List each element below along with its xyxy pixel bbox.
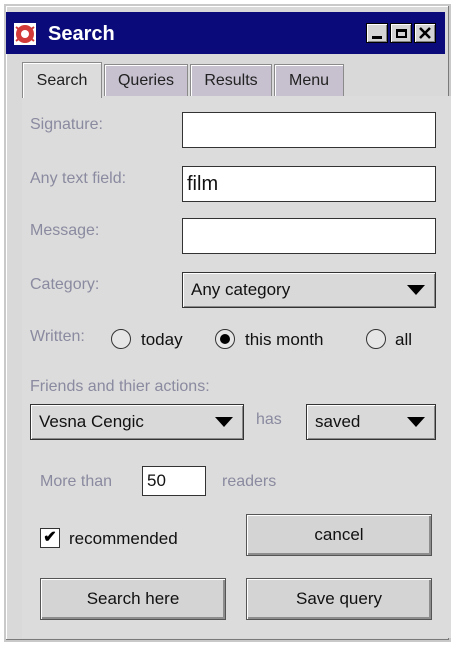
- tab-search[interactable]: Search: [22, 62, 102, 98]
- message-field[interactable]: [182, 218, 436, 254]
- maximize-button[interactable]: [390, 23, 412, 43]
- check-icon: ✔: [43, 529, 57, 546]
- has-label: has: [256, 411, 282, 428]
- save-query-button[interactable]: Save query: [246, 578, 432, 620]
- radio-today[interactable]: [111, 329, 131, 349]
- friends-label: Friends and thier actions:: [30, 378, 210, 395]
- any-text-label: Any text field:: [30, 170, 127, 187]
- action-dropdown[interactable]: saved: [306, 404, 436, 440]
- friend-value: Vesna Cengic: [39, 412, 144, 431]
- close-icon: [419, 27, 431, 39]
- window-title: Search: [48, 23, 115, 45]
- radio-this-month[interactable]: [215, 329, 235, 349]
- radio-today-label: today: [141, 330, 183, 349]
- readers-label: readers: [222, 473, 277, 490]
- more-than-label: More than: [40, 473, 113, 490]
- radio-all-label: all: [395, 330, 413, 349]
- written-label: Written:: [30, 328, 85, 345]
- tab-label: Menu: [288, 71, 330, 89]
- friend-dropdown[interactable]: Vesna Cengic: [30, 404, 244, 440]
- chevron-down-icon: [215, 417, 233, 427]
- radio-selected-dot: [220, 334, 230, 344]
- signature-field[interactable]: [182, 112, 436, 148]
- tab-results[interactable]: Results: [190, 64, 272, 96]
- chevron-down-icon: [407, 285, 425, 295]
- tab-label: Results: [204, 71, 258, 89]
- recommended-checkbox[interactable]: ✔: [40, 528, 60, 548]
- signature-label: Signature:: [30, 116, 103, 133]
- readers-input[interactable]: 50: [142, 466, 206, 496]
- tab-label: Queries: [117, 71, 175, 89]
- maximize-icon: [395, 28, 407, 38]
- category-label: Category:: [30, 276, 100, 293]
- minimize-button[interactable]: [366, 23, 388, 43]
- radio-this-month-label: this month: [245, 330, 324, 349]
- recommended-label: recommended: [69, 529, 178, 548]
- cancel-button[interactable]: cancel: [246, 514, 432, 556]
- close-button[interactable]: [414, 23, 436, 43]
- category-dropdown[interactable]: Any category: [182, 272, 436, 308]
- action-value: saved: [315, 412, 361, 431]
- radio-all[interactable]: [366, 329, 386, 349]
- category-value: Any category: [191, 280, 291, 299]
- search-here-button[interactable]: Search here: [40, 578, 226, 620]
- tab-label: Search: [36, 71, 88, 89]
- app-icon: [14, 23, 36, 45]
- chevron-down-icon: [407, 417, 425, 427]
- tab-menu[interactable]: Menu: [274, 64, 344, 96]
- message-label: Message:: [30, 222, 100, 239]
- minimize-icon: [372, 35, 382, 39]
- any-text-field[interactable]: film: [182, 166, 436, 202]
- tab-queries[interactable]: Queries: [104, 64, 188, 96]
